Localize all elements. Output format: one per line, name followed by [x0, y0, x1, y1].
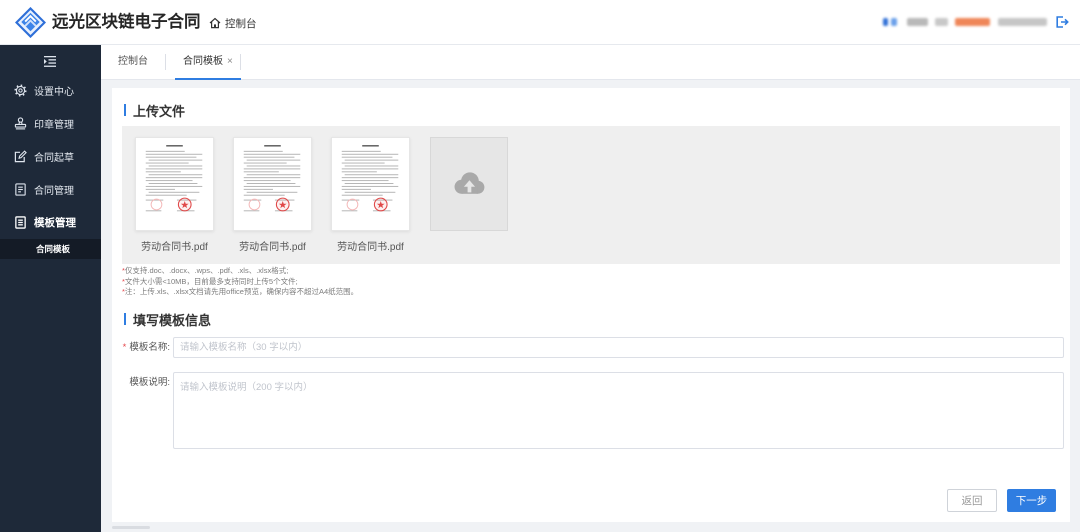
template-description-textarea[interactable]	[173, 372, 1064, 449]
file-name: 劳动合同书.pdf	[141, 242, 208, 253]
stamp-icon	[14, 117, 27, 130]
redacted-user-text	[935, 18, 948, 26]
tab-divider	[240, 54, 241, 70]
document-icon	[14, 183, 27, 196]
document-preview	[136, 138, 213, 230]
sidebar-item-label: 合同管理	[34, 186, 74, 197]
gear-icon	[14, 84, 27, 97]
upload-button[interactable]	[430, 137, 508, 231]
back-button[interactable]: 返回	[947, 489, 997, 512]
tab-contract-template[interactable]: 合同模板 ×	[175, 45, 241, 80]
logout-icon[interactable]	[1055, 15, 1069, 29]
file-thumbnail[interactable]	[233, 137, 312, 231]
tab-bar: 控制台 合同模板 ×	[101, 45, 1080, 80]
redacted-user-text	[998, 18, 1047, 26]
upload-hint: *文件大小需<10MB，目前最多支持同时上传5个文件;	[122, 277, 358, 288]
uploaded-file: 劳动合同书.pdf	[233, 137, 312, 253]
user-info-blurred[interactable]	[882, 14, 1050, 30]
document-preview	[234, 138, 311, 230]
hint-text: 仅支持.doc、.docx、.wps、.pdf、.xls、.xlsx格式;	[124, 266, 289, 275]
section-accent-bar	[124, 313, 126, 325]
upload-hint: *仅支持.doc、.docx、.wps、.pdf、.xls、.xlsx格式;	[122, 266, 358, 277]
tab-close-icon[interactable]: ×	[227, 56, 233, 67]
upload-area: 劳动合同书.pdf 劳动合同书.pdf 劳动合同书.pdf	[122, 126, 1060, 264]
home-link-label: 控制台	[225, 17, 257, 30]
user-avatar-blurred	[891, 18, 897, 26]
hint-text: 文件大小需<10MB，目前最多支持同时上传5个文件;	[124, 276, 298, 286]
home-link[interactable]: 控制台	[209, 15, 257, 31]
upload-hints: *仅支持.doc、.docx、.wps、.pdf、.xls、.xlsx格式; *…	[122, 266, 358, 298]
template-name-label-text: 模板名称:	[129, 342, 170, 353]
sidebar-subitem-contract-template[interactable]: 合同模板	[0, 239, 101, 259]
tab-label: 合同模板	[183, 56, 223, 67]
tab-dashboard[interactable]: 控制台	[118, 45, 148, 79]
menu-fold-icon[interactable]	[44, 56, 56, 67]
template-form-card: 上传文件 劳动合同书.pdf 劳动合同书.pdf 劳动合同书.pdf *仅支持.…	[112, 88, 1070, 522]
file-thumbnail[interactable]	[135, 137, 214, 231]
template-description-label: 模板说明:	[112, 372, 170, 394]
redacted-user-text	[955, 18, 990, 26]
template-description-label-text: 模板说明:	[129, 377, 170, 388]
tab-label: 控制台	[118, 56, 148, 67]
top-header: 远光区块链电子合同 控制台	[0, 0, 1080, 45]
section-title-text: 填写模板信息	[133, 312, 212, 328]
sidebar-item-label: 合同起草	[34, 153, 74, 164]
sidebar-item-template-management[interactable]: 模板管理	[0, 206, 101, 239]
section-accent-bar	[124, 104, 126, 116]
upload-hint: *注：上传.xls、.xlsx文档请先用office预览，确保内容不超过A4纸范…	[122, 287, 358, 298]
document-preview	[332, 138, 409, 230]
file-name: 劳动合同书.pdf	[239, 242, 306, 253]
app-title: 远光区块链电子合同	[52, 13, 201, 31]
file-name: 劳动合同书.pdf	[337, 242, 404, 253]
sidebar: 设置中心 印章管理 合同起草 合同管理 模板管理 合同模板	[0, 45, 101, 532]
cloud-upload-icon	[454, 172, 485, 194]
sidebar-item-contract-draft[interactable]: 合同起草	[0, 140, 101, 173]
home-icon	[209, 17, 221, 29]
hint-text: 注：上传.xls、.xlsx文档请先用office预览，确保内容不超过A4纸范围…	[124, 287, 359, 296]
horizontal-scrollbar[interactable]	[112, 526, 150, 529]
template-icon	[14, 216, 27, 229]
sidebar-item-label: 模板管理	[34, 217, 76, 229]
sidebar-item-contract-management[interactable]: 合同管理	[0, 173, 101, 206]
sidebar-item-settings[interactable]: 设置中心	[0, 74, 101, 107]
sidebar-subitem-label: 合同模板	[36, 244, 71, 254]
section-title-form: 填写模板信息	[124, 311, 212, 328]
tab-divider	[165, 54, 166, 70]
app-logo-icon[interactable]	[15, 7, 46, 38]
next-step-button[interactable]: 下一步	[1007, 489, 1056, 512]
redacted-user-text	[907, 18, 928, 26]
section-title-upload: 上传文件	[124, 102, 186, 119]
sidebar-item-seal-management[interactable]: 印章管理	[0, 107, 101, 140]
uploaded-file: 劳动合同书.pdf	[331, 137, 410, 253]
edit-icon	[14, 150, 27, 163]
template-name-label: * 模板名称:	[112, 337, 170, 358]
sidebar-item-label: 设置中心	[34, 87, 74, 98]
section-title-text: 上传文件	[133, 103, 186, 119]
user-avatar-blurred	[883, 18, 888, 26]
template-name-input[interactable]	[173, 337, 1064, 358]
file-thumbnail[interactable]	[331, 137, 410, 231]
required-marker: *	[122, 342, 127, 353]
active-tab-indicator	[175, 78, 241, 80]
uploaded-file: 劳动合同书.pdf	[135, 137, 214, 253]
sidebar-item-label: 印章管理	[34, 120, 74, 131]
